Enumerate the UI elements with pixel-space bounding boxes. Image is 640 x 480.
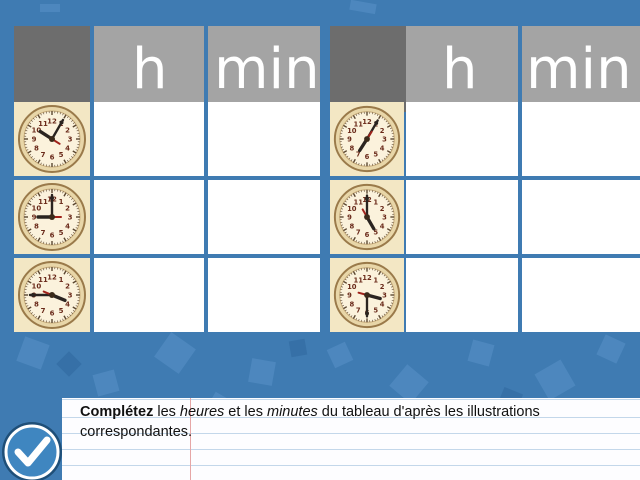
time-table-right: h min 123456789101112 123456789101112 12… xyxy=(320,14,640,332)
svg-text:7: 7 xyxy=(41,229,46,237)
svg-text:12: 12 xyxy=(362,274,372,282)
answer-hours-3[interactable] xyxy=(94,258,204,332)
svg-text:9: 9 xyxy=(32,214,37,222)
clock-icon: 123456789101112 xyxy=(333,261,401,329)
svg-text:2: 2 xyxy=(65,283,70,291)
answer-minutes-6[interactable] xyxy=(522,258,640,332)
svg-text:1: 1 xyxy=(59,276,64,284)
clock-icon: 123456789101112 xyxy=(18,261,86,329)
svg-text:2: 2 xyxy=(65,205,70,213)
instruction-bold: Complétez xyxy=(80,404,154,420)
svg-text:3: 3 xyxy=(68,292,73,300)
header-hours: h xyxy=(406,26,518,112)
svg-text:3: 3 xyxy=(382,292,387,300)
svg-text:1: 1 xyxy=(59,198,64,206)
svg-text:4: 4 xyxy=(380,144,385,152)
header-minutes-label: min xyxy=(214,37,320,102)
svg-text:2: 2 xyxy=(65,127,70,135)
answer-hours-6[interactable] xyxy=(406,258,518,332)
answer-hours-2[interactable] xyxy=(94,180,204,254)
answer-minutes-2[interactable] xyxy=(208,180,320,254)
svg-text:7: 7 xyxy=(356,307,361,315)
clock-cell: 123456789101112 xyxy=(14,180,90,254)
svg-text:8: 8 xyxy=(349,144,354,152)
clock-cell: 123456789101112 xyxy=(330,258,404,332)
header-minutes: min xyxy=(522,26,640,112)
header-corner xyxy=(330,26,406,112)
clock-icon: 123456789101112 xyxy=(18,105,86,173)
svg-text:5: 5 xyxy=(373,307,378,315)
svg-text:12: 12 xyxy=(47,118,57,126)
svg-text:8: 8 xyxy=(34,223,39,231)
svg-text:9: 9 xyxy=(347,292,352,300)
svg-text:4: 4 xyxy=(380,300,385,308)
clock-cell: 123456789101112 xyxy=(330,102,404,176)
svg-text:4: 4 xyxy=(65,145,70,153)
svg-text:7: 7 xyxy=(41,151,46,159)
svg-text:2: 2 xyxy=(380,283,385,291)
answer-minutes-1[interactable] xyxy=(208,102,320,176)
instruction-italic-hours: heures xyxy=(179,404,225,420)
instruction-t1: les xyxy=(153,404,180,420)
svg-text:2: 2 xyxy=(380,127,385,135)
header-corner xyxy=(14,26,90,112)
svg-text:5: 5 xyxy=(59,307,64,315)
clock-cell: 123456789101112 xyxy=(14,102,90,176)
svg-text:7: 7 xyxy=(356,229,361,237)
header-minutes-label: min xyxy=(526,37,632,102)
header-hours: h xyxy=(94,26,204,112)
svg-text:12: 12 xyxy=(47,274,57,282)
clock-cell: 123456789101112 xyxy=(330,180,404,254)
svg-text:3: 3 xyxy=(382,136,387,144)
svg-text:6: 6 xyxy=(50,154,55,162)
header-hours-label: h xyxy=(442,37,478,102)
svg-text:5: 5 xyxy=(59,151,64,159)
answer-minutes-5[interactable] xyxy=(522,180,640,254)
clock-icon: 123456789101112 xyxy=(18,183,86,251)
svg-text:6: 6 xyxy=(365,231,370,239)
instruction-italic-minutes: minutes xyxy=(266,404,318,420)
answer-minutes-3[interactable] xyxy=(208,258,320,332)
svg-text:4: 4 xyxy=(380,222,385,230)
clock-cell: 123456789101112 xyxy=(14,258,90,332)
svg-text:12: 12 xyxy=(362,118,372,126)
svg-text:5: 5 xyxy=(373,151,378,159)
header-minutes: min xyxy=(208,26,320,112)
instruction-panel: Complétez les heures et les minutes du t… xyxy=(62,398,640,480)
svg-text:1: 1 xyxy=(373,198,378,206)
instruction-text: Complétez les heures et les minutes du t… xyxy=(80,402,636,442)
svg-text:3: 3 xyxy=(382,214,387,222)
svg-text:9: 9 xyxy=(347,214,352,222)
svg-text:7: 7 xyxy=(41,307,46,315)
svg-text:8: 8 xyxy=(349,300,354,308)
svg-text:9: 9 xyxy=(32,136,37,144)
svg-text:6: 6 xyxy=(50,232,55,240)
svg-text:6: 6 xyxy=(365,153,370,161)
answer-hours-4[interactable] xyxy=(406,102,518,176)
svg-text:8: 8 xyxy=(34,301,39,309)
svg-text:6: 6 xyxy=(50,310,55,318)
svg-text:3: 3 xyxy=(68,214,73,222)
svg-text:4: 4 xyxy=(65,301,70,309)
clock-icon: 123456789101112 xyxy=(333,183,401,251)
time-table-left: h min 123456789101112 123456789101112 12… xyxy=(0,14,320,332)
svg-text:2: 2 xyxy=(380,205,385,213)
clock-icon: 123456789101112 xyxy=(333,105,401,173)
instruction-t2: et les xyxy=(224,404,267,420)
svg-text:4: 4 xyxy=(65,223,70,231)
answer-hours-5[interactable] xyxy=(406,180,518,254)
svg-text:5: 5 xyxy=(59,229,64,237)
answer-minutes-4[interactable] xyxy=(522,102,640,176)
svg-text:8: 8 xyxy=(349,222,354,230)
answer-hours-1[interactable] xyxy=(94,102,204,176)
header-hours-label: h xyxy=(132,37,168,102)
svg-text:9: 9 xyxy=(347,136,352,144)
svg-text:8: 8 xyxy=(34,145,39,153)
svg-text:3: 3 xyxy=(68,136,73,144)
svg-text:1: 1 xyxy=(373,276,378,284)
validate-button[interactable] xyxy=(0,418,64,480)
